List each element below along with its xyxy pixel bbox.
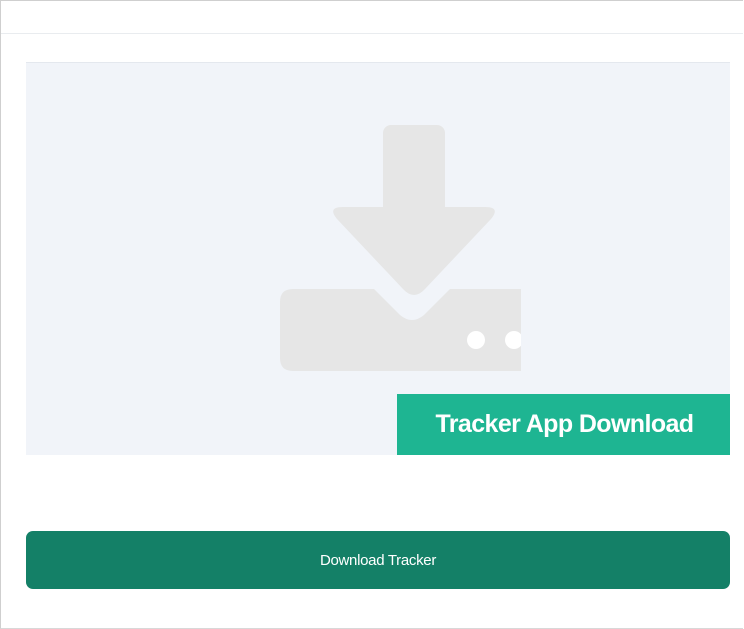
download-image: Tracker App Download	[26, 62, 730, 455]
top-bar	[1, 1, 743, 34]
download-tracker-button[interactable]: Download Tracker	[26, 531, 730, 589]
image-caption: Tracker App Download	[397, 394, 730, 455]
download-tray-icon	[280, 125, 521, 371]
